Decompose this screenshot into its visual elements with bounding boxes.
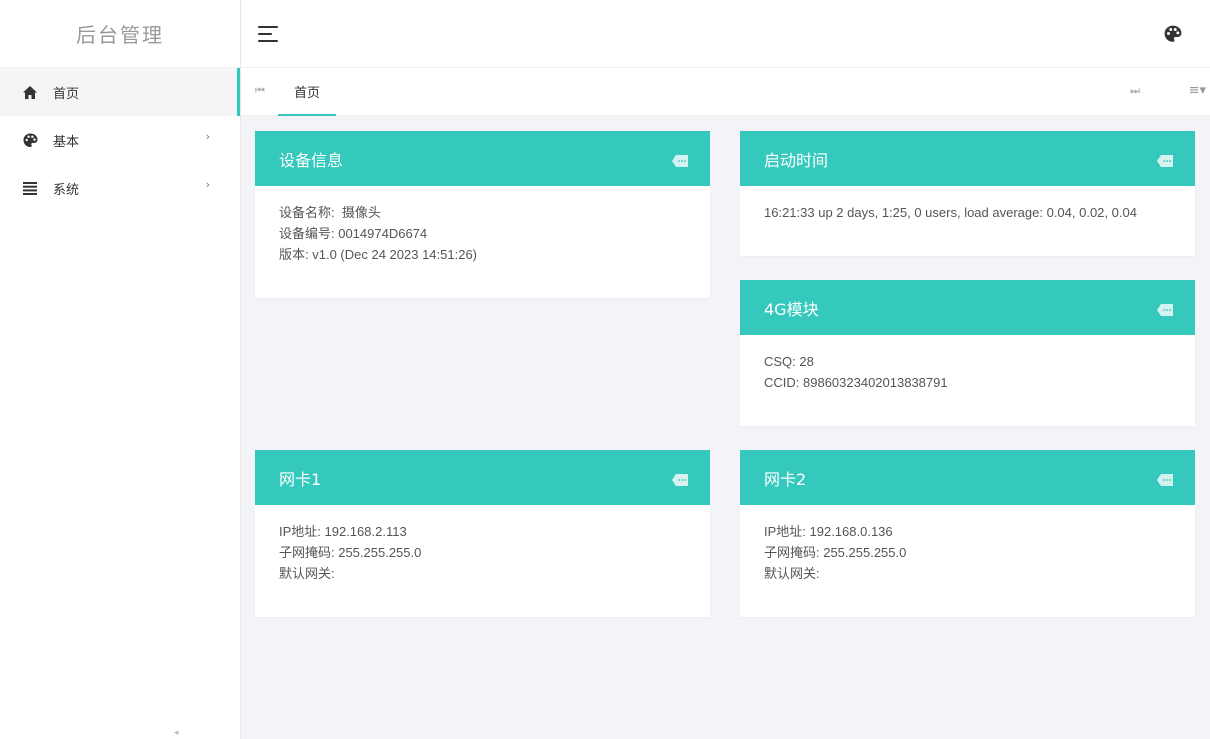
palette-icon (22, 132, 38, 148)
collapse-arrow-icon[interactable]: ◂ (174, 728, 179, 738)
sidebar-item-basic[interactable]: 基本 › (0, 116, 240, 164)
tab-scroll-right-icon[interactable]: ⏭ (1130, 84, 1140, 98)
device-name-line: 设备名称: 摄像头 (279, 205, 381, 220)
subnet-mask-line: 子网掩码: 255.255.255.0 (764, 545, 907, 560)
tag-icon[interactable] (672, 152, 688, 167)
gateway-line: 默认网关: (764, 566, 820, 581)
card-4g-module: 4G模块 CSQ: 28 CCID: 89860323402013838791 (740, 280, 1195, 426)
tab-scroll-left-icon[interactable]: ⏮ (255, 84, 265, 98)
theme-palette-icon[interactable] (1164, 25, 1182, 43)
card-title: 启动时间 (764, 150, 829, 170)
card-title: 设备信息 (279, 150, 344, 170)
gateway-line: 默认网关: (279, 566, 335, 581)
tab-home[interactable]: 首页 (278, 68, 336, 116)
sidebar-item-home[interactable]: 首页 (0, 68, 240, 116)
card-title: 网卡2 (764, 469, 807, 489)
tab-options-menu-icon[interactable]: ≡▾ (1189, 83, 1206, 98)
chevron-right-icon: › (205, 178, 210, 191)
device-id-line: 设备编号: 0014974D6674 (279, 226, 428, 241)
tag-icon[interactable] (1157, 301, 1173, 316)
sidebar-item-label: 系统 (53, 182, 80, 198)
sidebar: 后台管理 首页 基本 › 系统 › ◂ (0, 0, 241, 739)
app-logo-title: 后台管理 (0, 0, 240, 68)
tag-icon[interactable] (1157, 471, 1173, 486)
subnet-mask-line: 子网掩码: 255.255.255.0 (279, 545, 422, 560)
card-device-info: 设备信息 设备名称: 摄像头 设备编号: 0014974D6674 版本: v1… (255, 131, 710, 298)
ccid-line: CCID: 89860323402013838791 (764, 375, 948, 390)
list-icon (22, 180, 38, 196)
sidebar-item-system[interactable]: 系统 › (0, 164, 240, 212)
sidebar-item-label: 首页 (53, 86, 80, 102)
uptime-line: 16:21:33 up 2 days, 1:25, 0 users, load … (764, 205, 1137, 220)
tab-bar-accent (237, 68, 240, 116)
card-title: 4G模块 (764, 299, 819, 319)
csq-line: CSQ: 28 (764, 354, 814, 369)
tag-icon[interactable] (1157, 152, 1173, 167)
home-icon (22, 84, 38, 100)
card-nic2: 网卡2 IP地址: 192.168.0.136 子网掩码: 255.255.25… (740, 450, 1195, 617)
ip-address-line: IP地址: 192.168.0.136 (764, 524, 893, 539)
card-title: 网卡1 (279, 469, 322, 489)
ip-address-line: IP地址: 192.168.2.113 (279, 524, 407, 539)
sidebar-item-label: 基本 (53, 134, 80, 150)
menu-toggle-icon[interactable] (258, 26, 278, 42)
tab-bar: ⏮ 首页 ⏭ ≡▾ (237, 68, 1210, 116)
topbar (241, 0, 1210, 68)
tag-icon[interactable] (672, 471, 688, 486)
card-nic1: 网卡1 IP地址: 192.168.2.113 子网掩码: 255.255.25… (255, 450, 710, 617)
version-line: 版本: v1.0 (Dec 24 2023 14:51:26) (279, 247, 478, 262)
chevron-right-icon: › (205, 130, 210, 143)
card-uptime: 启动时间 16:21:33 up 2 days, 1:25, 0 users, … (740, 131, 1195, 256)
